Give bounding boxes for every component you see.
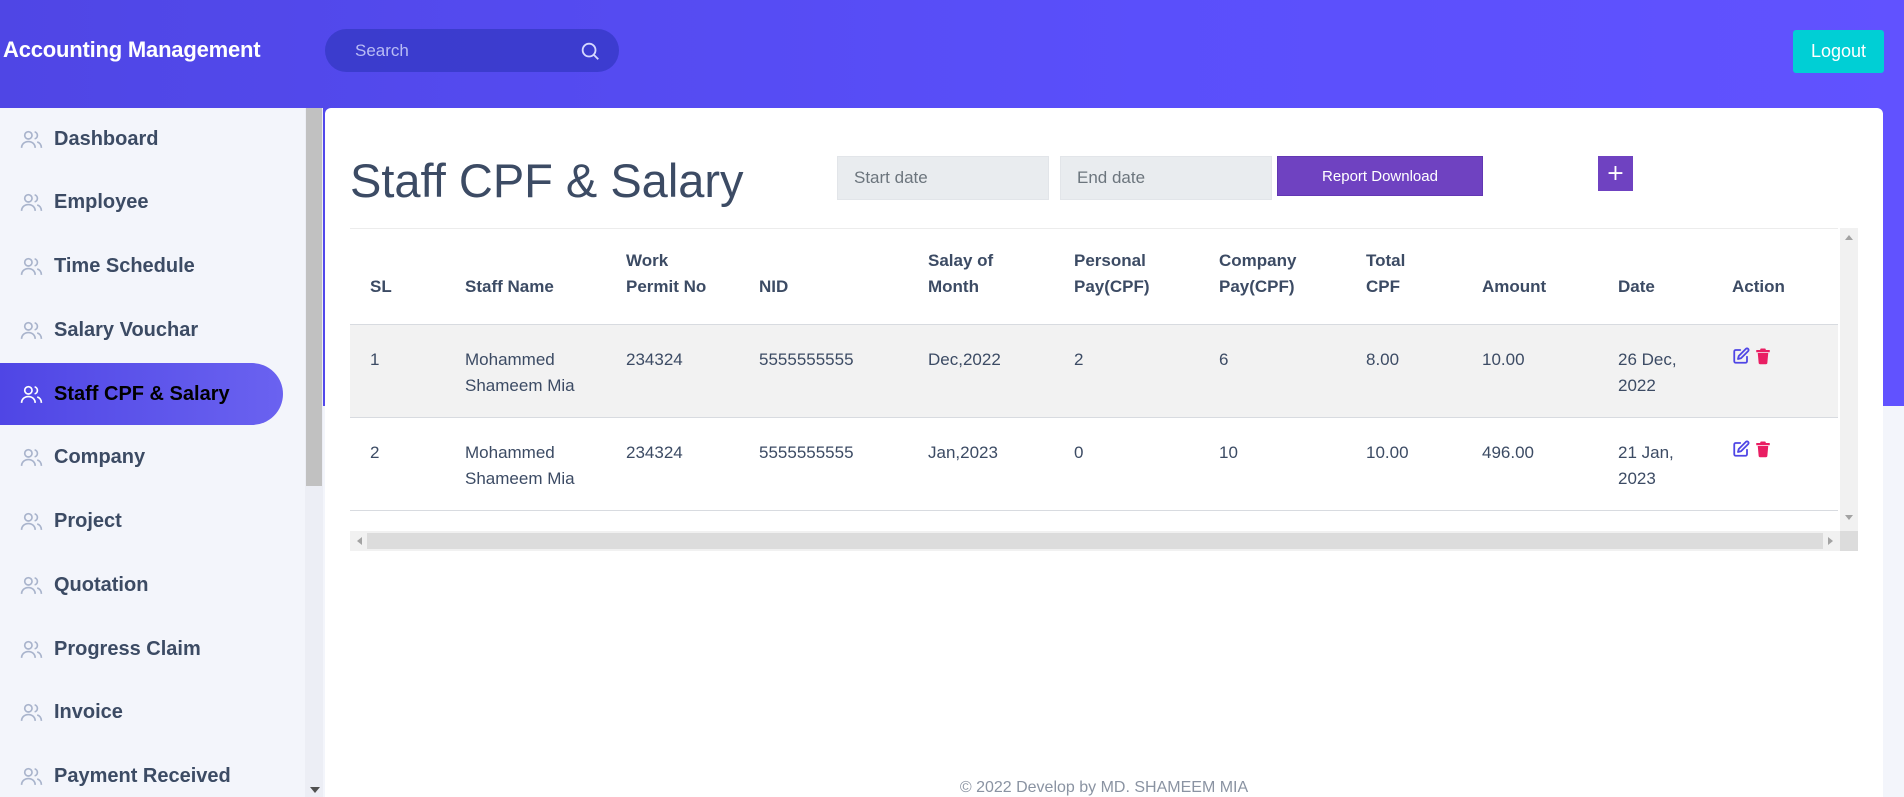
logout-button[interactable]: Logout	[1793, 30, 1884, 73]
header-salary-month: Salay of Month	[908, 228, 1054, 325]
cell-work-permit: 234324	[626, 443, 683, 462]
cell-staff-name: Mohammed Shameem Mia	[465, 350, 575, 395]
sidebar-item-dashboard[interactable]: Dashboard	[0, 108, 283, 170]
table-vertical-scrollbar[interactable]	[1840, 228, 1858, 551]
edit-icon[interactable]	[1732, 347, 1750, 365]
cell-action	[1712, 325, 1838, 418]
sidebar-item-company[interactable]: Company	[0, 426, 283, 488]
sidebar-item-label: Project	[54, 509, 122, 532]
users-icon	[20, 512, 43, 530]
users-icon	[20, 193, 43, 211]
header-action: Action	[1712, 228, 1838, 325]
cell-total-cpf: 8.00	[1366, 350, 1400, 369]
table-row: 2 Mohammed Shameem Mia 234324 5555555555 …	[350, 418, 1838, 511]
scroll-down-arrow-icon[interactable]	[1845, 515, 1853, 520]
header-staff-name: Staff Name	[445, 228, 606, 325]
cell-personal-pay: 0	[1074, 443, 1084, 462]
cell-work-permit: 234324	[626, 350, 683, 369]
sidebar-item-payment-received[interactable]: Payment Received	[0, 745, 283, 797]
delete-icon[interactable]	[1754, 347, 1772, 365]
sidebar-item-label: Payment Received	[54, 764, 231, 787]
sidebar-item-label: Time Schedule	[54, 254, 195, 277]
users-icon	[20, 130, 43, 148]
header-work-permit: Work Permit No	[606, 228, 739, 325]
users-icon	[20, 703, 43, 721]
sidebar-item-project[interactable]: Project	[0, 490, 283, 552]
cell-company-pay: 6	[1219, 350, 1229, 369]
sidebar-item-label: Invoice	[54, 700, 123, 723]
sidebar-item-salary-vouchar[interactable]: Salary Vouchar	[0, 299, 283, 361]
sidebar-item-label: Staff CPF & Salary	[54, 382, 230, 405]
scroll-down-arrow-icon[interactable]	[310, 787, 320, 793]
header-sl: SL	[350, 228, 445, 325]
cell-date: 21 Jan, 2023	[1618, 443, 1674, 488]
end-date-input[interactable]	[1060, 156, 1272, 200]
sidebar-item-label: Dashboard	[54, 127, 159, 150]
users-icon	[20, 385, 43, 403]
header-personal-pay: Personal Pay(CPF)	[1054, 228, 1199, 325]
start-date-input[interactable]	[837, 156, 1049, 200]
scroll-left-arrow-icon[interactable]	[357, 537, 362, 545]
users-icon	[20, 321, 43, 339]
cell-staff-name: Mohammed Shameem Mia	[465, 443, 575, 488]
main-card: Staff CPF & Salary Report Download + SL …	[325, 108, 1883, 797]
header-total-cpf: Total CPF	[1346, 228, 1462, 325]
sidebar-item-employee[interactable]: Employee	[0, 171, 283, 233]
cell-amount: 10.00	[1482, 350, 1525, 369]
table-row: 1 Mohammed Shameem Mia 234324 5555555555 …	[350, 324, 1838, 418]
page-title: Staff CPF & Salary	[350, 154, 744, 207]
table-horizontal-scrollbar[interactable]	[350, 531, 1840, 551]
sidebar-item-invoice[interactable]: Invoice	[0, 681, 283, 743]
scroll-right-arrow-icon[interactable]	[1828, 537, 1833, 545]
cell-nid: 5555555555	[759, 443, 854, 462]
sidebar-item-label: Company	[54, 445, 146, 468]
users-icon	[20, 640, 43, 658]
table-container: SL Staff Name Work Permit No NID Salay of…	[350, 228, 1858, 551]
header-amount: Amount	[1462, 228, 1598, 325]
cell-month: Jan,2023	[928, 443, 998, 462]
cell-date: 26 Dec, 2022	[1618, 350, 1677, 395]
sidebar-scrollbar-thumb[interactable]	[306, 108, 322, 486]
staff-cpf-table: SL Staff Name Work Permit No NID Salay of…	[350, 228, 1838, 511]
edit-icon[interactable]	[1732, 440, 1750, 458]
sidebar-item-progress-claim[interactable]: Progress Claim	[0, 618, 283, 680]
delete-icon[interactable]	[1754, 440, 1772, 458]
sidebar: Dashboard Employee Time Schedule Salary …	[0, 108, 305, 797]
sidebar-item-label: Progress Claim	[54, 637, 201, 660]
header-nid: NID	[739, 228, 908, 325]
users-icon	[20, 767, 43, 785]
sidebar-item-time-schedule[interactable]: Time Schedule	[0, 235, 283, 297]
header-company-pay: Company Pay(CPF)	[1199, 228, 1346, 325]
sidebar-item-label: Employee	[54, 190, 149, 213]
cell-nid: 5555555555	[759, 350, 854, 369]
cell-amount: 496.00	[1482, 443, 1534, 462]
footer-text: © 2022 Develop by MD. SHAMEEM MIA	[959, 779, 1249, 796]
users-icon	[20, 576, 43, 594]
cell-personal-pay: 2	[1074, 350, 1084, 369]
cell-sl: 1	[370, 350, 380, 369]
cell-sl: 2	[370, 443, 380, 462]
report-download-button[interactable]: Report Download	[1277, 156, 1483, 196]
search-box[interactable]	[325, 29, 619, 72]
cell-company-pay: 10	[1219, 443, 1238, 462]
app-brand: Accounting Management	[3, 37, 261, 62]
horizontal-scrollbar-thumb[interactable]	[367, 533, 1823, 549]
search-input[interactable]	[355, 40, 579, 61]
scrollbar-corner	[1840, 531, 1858, 551]
users-icon	[20, 257, 43, 275]
sidebar-item-staff-cpf-salary[interactable]: Staff CPF & Salary	[0, 363, 283, 425]
cell-month: Dec,2022	[928, 350, 1001, 369]
table-header-row: SL Staff Name Work Permit No NID Salay of…	[350, 228, 1838, 325]
sidebar-item-quotation[interactable]: Quotation	[0, 554, 283, 616]
sidebar-item-label: Quotation	[54, 573, 149, 596]
cell-action	[1712, 418, 1838, 511]
scroll-up-arrow-icon[interactable]	[1845, 235, 1853, 240]
search-icon[interactable]	[579, 40, 601, 62]
users-icon	[20, 448, 43, 466]
sidebar-item-label: Salary Vouchar	[54, 318, 199, 341]
cell-total-cpf: 10.00	[1366, 443, 1409, 462]
add-button[interactable]: +	[1598, 156, 1633, 191]
header-date: Date	[1598, 228, 1712, 325]
